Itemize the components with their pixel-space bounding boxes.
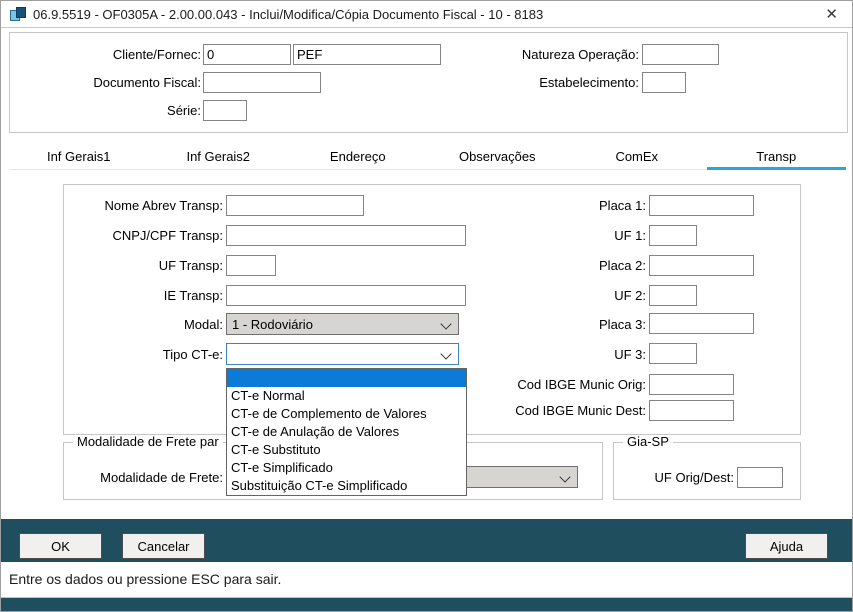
natureza-operacao-input[interactable] bbox=[642, 44, 719, 65]
app-icon bbox=[10, 6, 26, 22]
cnpj-cpf-transp-input[interactable] bbox=[226, 225, 466, 246]
estabelecimento-input[interactable] bbox=[642, 72, 686, 93]
modal-select[interactable]: 1 - Rodoviário bbox=[226, 313, 459, 335]
modal-label: Modal: bbox=[183, 317, 223, 332]
dropdown-option[interactable]: CT-e Substituto bbox=[227, 441, 466, 459]
cod-ibge-munic-dest-input[interactable] bbox=[649, 400, 734, 421]
placa3-input[interactable] bbox=[649, 313, 754, 334]
window-title: 06.9.5519 - OF0305A - 2.00.00.043 - Incl… bbox=[33, 6, 544, 22]
tipo-cte-select[interactable] bbox=[226, 343, 459, 365]
tab-comex[interactable]: ComEx bbox=[567, 141, 707, 170]
ok-button[interactable]: OK bbox=[19, 533, 102, 559]
dropdown-option[interactable]: CT-e de Anulação de Valores bbox=[227, 423, 466, 441]
uf1-input[interactable] bbox=[649, 225, 697, 246]
tab-endereco[interactable]: Endereço bbox=[288, 141, 428, 170]
tab-transp[interactable]: Transp bbox=[706, 141, 846, 170]
status-message: Entre os dados ou pressione ESC para sai… bbox=[9, 571, 282, 587]
cod-ibge-munic-dest-label: Cod IBGE Munic Dest: bbox=[515, 403, 646, 418]
cancelar-button[interactable]: Cancelar bbox=[122, 533, 205, 559]
modalidade-frete-label: Modalidade de Frete: bbox=[100, 470, 223, 485]
ie-transp-input[interactable] bbox=[226, 285, 466, 306]
gia-sp-legend: Gia-SP bbox=[623, 435, 673, 449]
cod-ibge-munic-orig-input[interactable] bbox=[649, 374, 734, 395]
placa3-label: Placa 3: bbox=[599, 317, 646, 332]
cnpj-cpf-transp-label: CNPJ/CPF Transp: bbox=[112, 228, 223, 243]
serie-input[interactable] bbox=[203, 100, 247, 121]
ie-transp-label: IE Transp: bbox=[163, 288, 223, 303]
cod-ibge-munic-orig-label: Cod IBGE Munic Orig: bbox=[517, 377, 646, 392]
placa1-label: Placa 1: bbox=[599, 198, 646, 213]
uf-transp-input[interactable] bbox=[226, 255, 276, 276]
chevron-down-icon bbox=[440, 348, 452, 360]
dropdown-option[interactable]: CT-e Normal bbox=[227, 387, 466, 405]
ajuda-button[interactable]: Ajuda bbox=[745, 533, 828, 559]
placa1-input[interactable] bbox=[649, 195, 754, 216]
tipo-cte-dropdown-list: CT-e Normal CT-e de Complemento de Valor… bbox=[226, 368, 467, 496]
cliente-fornec-code-input[interactable] bbox=[203, 44, 291, 65]
bottom-edge-strip bbox=[1, 597, 852, 611]
title-bar: 06.9.5519 - OF0305A - 2.00.00.043 - Incl… bbox=[1, 1, 852, 28]
dropdown-option[interactable]: CT-e de Complemento de Valores bbox=[227, 405, 466, 423]
placa2-label: Placa 2: bbox=[599, 258, 646, 273]
uf2-input[interactable] bbox=[649, 285, 697, 306]
natureza-operacao-label: Natureza Operação: bbox=[521, 47, 639, 62]
cliente-fornec-label: Cliente/Fornec: bbox=[112, 47, 201, 62]
uf-transp-label: UF Transp: bbox=[158, 258, 223, 273]
modal-select-value: 1 - Rodoviário bbox=[232, 317, 313, 332]
placa2-input[interactable] bbox=[649, 255, 754, 276]
dialog-window: 06.9.5519 - OF0305A - 2.00.00.043 - Incl… bbox=[0, 0, 853, 612]
tab-inf-gerais2[interactable]: Inf Gerais2 bbox=[149, 141, 289, 170]
tab-inf-gerais1[interactable]: Inf Gerais1 bbox=[9, 141, 149, 170]
tab-bar: Inf Gerais1 Inf Gerais2 Endereço Observa… bbox=[9, 141, 846, 170]
chevron-down-icon bbox=[440, 318, 452, 330]
tab-observacoes[interactable]: Observações bbox=[428, 141, 568, 170]
uf-orig-dest-label: UF Orig/Dest: bbox=[654, 470, 734, 485]
close-icon[interactable]: ✕ bbox=[820, 4, 843, 24]
uf3-input[interactable] bbox=[649, 343, 697, 364]
uf3-label: UF 3: bbox=[614, 347, 646, 362]
uf-orig-dest-input[interactable] bbox=[737, 467, 783, 488]
serie-label: Série: bbox=[167, 103, 201, 118]
nome-abrev-transp-label: Nome Abrev Transp: bbox=[104, 198, 224, 213]
dropdown-option-blank[interactable] bbox=[227, 369, 466, 387]
uf1-label: UF 1: bbox=[614, 228, 646, 243]
dropdown-option[interactable]: CT-e Simplificado bbox=[227, 459, 466, 477]
cliente-fornec-name-input[interactable] bbox=[293, 44, 441, 65]
status-bar: Entre os dados ou pressione ESC para sai… bbox=[1, 562, 852, 597]
chevron-down-icon bbox=[559, 471, 571, 483]
nome-abrev-transp-input[interactable] bbox=[226, 195, 364, 216]
documento-fiscal-input[interactable] bbox=[203, 72, 321, 93]
uf2-label: UF 2: bbox=[614, 288, 646, 303]
documento-fiscal-label: Documento Fiscal: bbox=[93, 75, 201, 90]
dropdown-option[interactable]: Substituição CT-e Simplificado bbox=[227, 477, 466, 495]
modalidade-frete-legend: Modalidade de Frete par bbox=[73, 435, 223, 449]
tipo-cte-label: Tipo CT-e: bbox=[162, 347, 223, 362]
estabelecimento-label: Estabelecimento: bbox=[539, 75, 639, 90]
